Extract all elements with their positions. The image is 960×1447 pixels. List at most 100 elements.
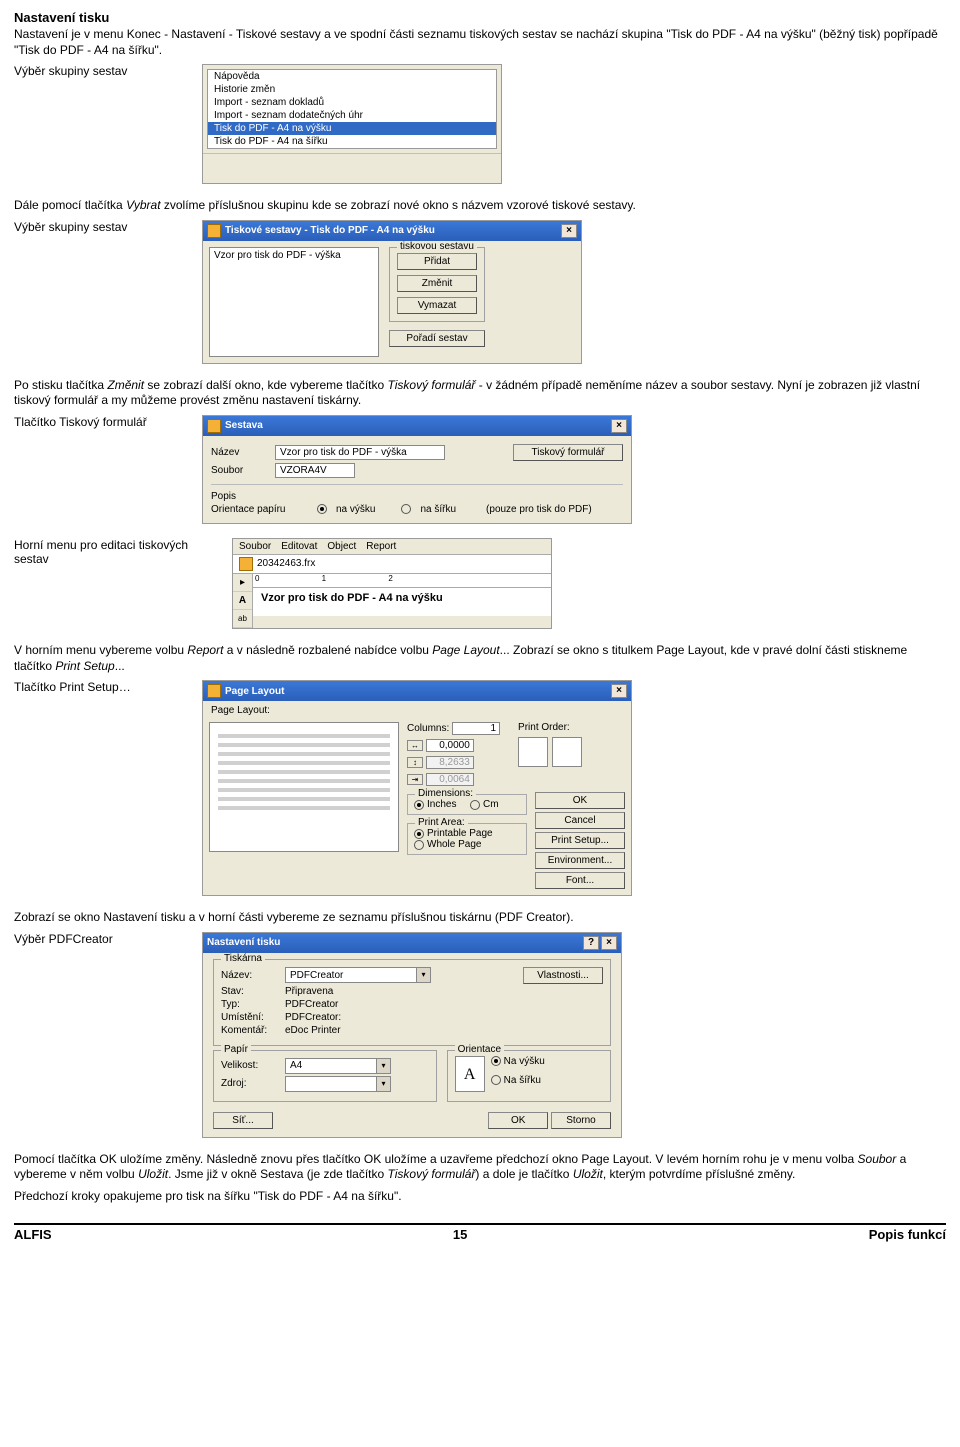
print-order-opt1[interactable] bbox=[518, 737, 548, 767]
menu-item-napoveda[interactable]: Nápověda bbox=[208, 70, 496, 83]
menu-list-footer-area bbox=[203, 153, 501, 183]
velikost-combo[interactable]: A4▾ bbox=[285, 1058, 391, 1074]
window-title: Sestava bbox=[225, 420, 263, 431]
italic-print-setup: Print Setup bbox=[55, 659, 114, 673]
input-nazev[interactable]: Vzor pro tisk do PDF - výška bbox=[275, 445, 445, 460]
menu-list[interactable]: Nápověda Historie změn Import - seznam d… bbox=[207, 69, 497, 149]
radio-na-vysku[interactable] bbox=[317, 504, 327, 514]
paragraph-after-shot2: Po stisku tlačítka Změnit se zobrazí dal… bbox=[14, 378, 946, 409]
caption-shot4: Horní menu pro editaci tiskových sestav bbox=[14, 538, 214, 566]
label-zdroj: Zdroj: bbox=[221, 1078, 279, 1089]
text: se zobrazí další okno, kde vybereme tlač… bbox=[144, 378, 387, 392]
storno-button[interactable]: Storno bbox=[551, 1112, 611, 1129]
paragraph-after-shot1: Dále pomocí tlačítka Vybrat zvolíme přís… bbox=[14, 198, 946, 214]
value-typ: PDFCreator bbox=[285, 999, 338, 1010]
pridat-button[interactable]: Přidat bbox=[397, 253, 477, 270]
help-icon[interactable]: ? bbox=[583, 936, 599, 950]
radio-label-sirku: na šířku bbox=[420, 504, 456, 515]
environment-button[interactable]: Environment... bbox=[535, 852, 625, 869]
page-title: Nastavení tisku bbox=[14, 10, 946, 25]
chevron-down-icon[interactable]: ▾ bbox=[416, 968, 430, 982]
menu-item-pdf-vysku[interactable]: Tisk do PDF - A4 na výšku bbox=[208, 122, 496, 135]
italic-page-layout: Page Layout bbox=[432, 643, 499, 657]
screenshot-report-editor: Soubor Editovat Object Report 20342463.f… bbox=[232, 538, 552, 629]
menu-item-pdf-sirku[interactable]: Tisk do PDF - A4 na šířku bbox=[208, 135, 496, 148]
input-col-width[interactable]: 0,0000 bbox=[426, 739, 474, 752]
radio-orient-sirku[interactable] bbox=[491, 1075, 501, 1085]
tool-field-icon[interactable]: ab bbox=[233, 610, 252, 628]
legend-dimensions: Dimensions: bbox=[415, 788, 476, 799]
menu-item-import-doklady[interactable]: Import - seznam dokladů bbox=[208, 96, 496, 109]
fieldset-papir: Papír Velikost: A4▾ Zdroj: ▾ bbox=[213, 1050, 437, 1102]
close-icon[interactable]: × bbox=[601, 936, 617, 950]
label-nazev: Název bbox=[211, 447, 269, 458]
menu-item-historie[interactable]: Historie změn bbox=[208, 83, 496, 96]
chevron-down-icon[interactable]: ▾ bbox=[376, 1077, 390, 1091]
width-icon: ↔ bbox=[407, 740, 423, 751]
app-icon bbox=[207, 224, 221, 238]
legend-papir: Papír bbox=[221, 1044, 251, 1055]
ok-button[interactable]: OK bbox=[535, 792, 625, 809]
radio-orient-vysku[interactable] bbox=[491, 1056, 501, 1066]
radio-label-sirku: Na šířku bbox=[504, 1075, 541, 1086]
menu-object[interactable]: Object bbox=[327, 541, 356, 552]
value-stav: Připravena bbox=[285, 986, 333, 997]
sit-button[interactable]: Síť... bbox=[213, 1112, 273, 1129]
menu-soubor[interactable]: Soubor bbox=[239, 541, 271, 552]
input-columns[interactable]: 1 bbox=[452, 722, 500, 735]
editor-ruler: 0 1 2 bbox=[253, 574, 551, 588]
italic-zmenit: Změnit bbox=[107, 378, 144, 392]
menu-item-import-uhrady[interactable]: Import - seznam dodatečných úhr bbox=[208, 109, 496, 122]
radio-na-sirku[interactable] bbox=[401, 504, 411, 514]
close-icon[interactable]: × bbox=[611, 419, 627, 433]
ok-button[interactable]: OK bbox=[488, 1112, 548, 1129]
poradi-sestav-button[interactable]: Pořadí sestav bbox=[389, 330, 485, 347]
label-komentar: Komentář: bbox=[221, 1025, 279, 1036]
caption-shot6: Výběr PDFCreator bbox=[14, 932, 184, 946]
menu-editovat[interactable]: Editovat bbox=[281, 541, 317, 552]
label-columns: Columns: bbox=[407, 723, 449, 734]
radio-printable-page[interactable] bbox=[414, 829, 424, 839]
label-nazev: Název: bbox=[221, 970, 279, 981]
close-icon[interactable]: × bbox=[611, 684, 627, 698]
chevron-down-icon[interactable]: ▾ bbox=[376, 1059, 390, 1073]
italic-ulozit1: Uložit bbox=[138, 1167, 168, 1181]
list-item[interactable]: Vzor pro tisk do PDF - výška bbox=[214, 250, 341, 261]
printer-combo-value: PDFCreator bbox=[286, 970, 416, 981]
tiskovy-formular-button[interactable]: Tiskový formulář bbox=[513, 444, 623, 461]
tool-pointer-icon[interactable]: ▸ bbox=[233, 574, 252, 592]
tool-text-icon[interactable]: A bbox=[233, 592, 252, 610]
fieldset-orientace: Orientace A Na výšku Na šířku bbox=[447, 1050, 611, 1102]
page-preview bbox=[209, 722, 399, 852]
radio-inches[interactable] bbox=[414, 800, 424, 810]
vlastnosti-button[interactable]: Vlastnosti... bbox=[523, 967, 603, 984]
printer-combo[interactable]: PDFCreator▾ bbox=[285, 967, 431, 983]
print-order-opt2[interactable] bbox=[552, 737, 582, 767]
radio-cm[interactable] bbox=[470, 800, 480, 810]
text: Po stisku tlačítka bbox=[14, 378, 107, 392]
zdroj-combo[interactable]: ▾ bbox=[285, 1076, 391, 1092]
window-title: Tiskové sestavy - Tisk do PDF - A4 na vý… bbox=[225, 225, 435, 236]
font-button[interactable]: Font... bbox=[535, 872, 625, 889]
radio-label-whole: Whole Page bbox=[427, 839, 481, 850]
print-setup-button[interactable]: Print Setup... bbox=[535, 832, 625, 849]
height-icon: ↕ bbox=[407, 757, 423, 768]
zmenit-button[interactable]: Změnit bbox=[397, 275, 477, 292]
fieldset-legend: tiskovou sestavu bbox=[397, 241, 477, 252]
label-typ: Typ: bbox=[221, 999, 279, 1010]
fieldset-tiskarna: Tiskárna Název: PDFCreator▾ Vlastnosti..… bbox=[213, 959, 611, 1046]
titlebar: Page Layout × bbox=[203, 681, 631, 701]
input-soubor[interactable]: VZORA4V bbox=[275, 463, 355, 478]
italic-soubor: Soubor bbox=[858, 1152, 897, 1166]
close-icon[interactable]: × bbox=[561, 224, 577, 238]
note-pdf-only: (pouze pro tisk do PDF) bbox=[486, 504, 592, 515]
radio-whole-page[interactable] bbox=[414, 840, 424, 850]
footer-left: ALFIS bbox=[14, 1227, 52, 1242]
label-page-layout: Page Layout: bbox=[203, 701, 631, 716]
cancel-button[interactable]: Cancel bbox=[535, 812, 625, 829]
editor-toolbox: ▸ A ab bbox=[233, 574, 253, 628]
vymazat-button[interactable]: Vymazat bbox=[397, 297, 477, 314]
sestavy-listbox[interactable]: Vzor pro tisk do PDF - výška bbox=[209, 247, 379, 357]
menu-report[interactable]: Report bbox=[366, 541, 396, 552]
text: Pomocí tlačítka OK uložíme změny. Násled… bbox=[14, 1152, 858, 1166]
